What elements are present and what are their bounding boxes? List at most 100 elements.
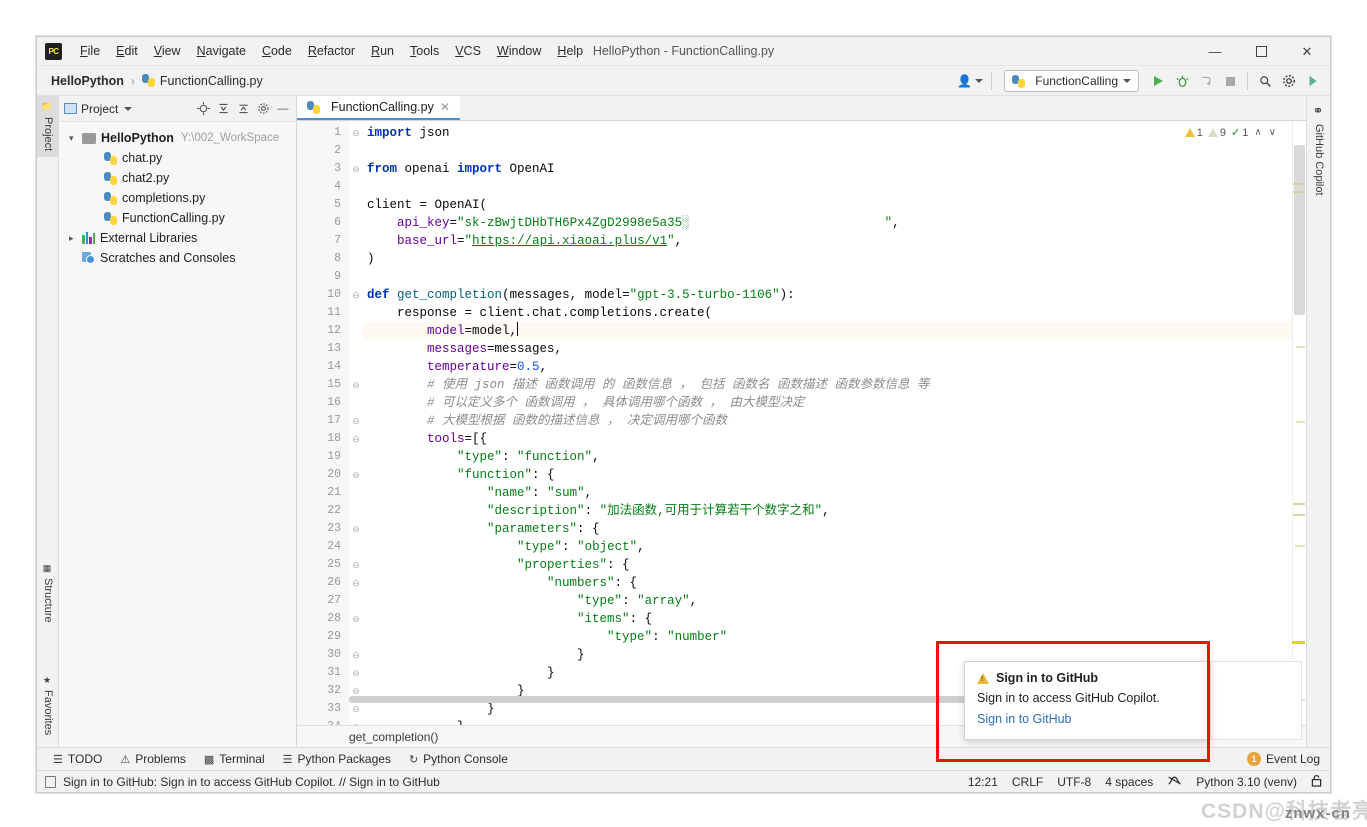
collapse-all-icon[interactable] [235, 101, 251, 117]
code-line[interactable]: "name": "sum", [363, 484, 1306, 502]
event-log-button[interactable]: 1 Event Log [1246, 752, 1320, 766]
code-line[interactable]: # 使用 json 描述 函数调用 的 函数信息 ， 包括 函数名 函数描述 函… [363, 376, 1306, 394]
editor-body[interactable]: 1 2 3 4 5 6 7 8 9 10 11 12 13 14 15 16 17 18 19 20 21 22 23 24 2… [297, 121, 1306, 725]
editor-marker-scrollbar[interactable] [1292, 121, 1306, 725]
code-line[interactable]: from openai import OpenAI [363, 160, 1306, 178]
tab-functioncalling[interactable]: FunctionCalling.py ✕ [297, 96, 460, 120]
code-line[interactable]: "numbers": { [363, 574, 1306, 592]
menu-item-run[interactable]: Run [363, 41, 402, 61]
fold-marker[interactable]: ⊖ [349, 466, 363, 484]
menu-item-navigate[interactable]: Navigate [189, 41, 254, 61]
fold-marker[interactable]: ⊖ [349, 124, 363, 142]
expand-all-icon[interactable] [215, 101, 231, 117]
code-line[interactable]: "type": "function", [363, 448, 1306, 466]
vcs-icon[interactable] [1167, 774, 1182, 790]
code-line[interactable] [363, 178, 1306, 196]
line-separator[interactable]: CRLF [1012, 775, 1043, 789]
fold-gutter[interactable]: ⊖⊖⊖⊖⊖⊖⊖⊖⊖⊖⊖⊖⊖⊖⊖⊖ [349, 121, 363, 725]
menu-item-code[interactable]: Code [254, 41, 300, 61]
python-interpreter[interactable]: Python 3.10 (venv) [1196, 775, 1297, 789]
signin-to-github-link[interactable]: Sign in to GitHub [977, 712, 1197, 726]
code-line[interactable]: api_key="sk-zBwjtDHbTH6Px4ZgD2998e5a35░ … [363, 214, 1306, 232]
code-line[interactable]: # 可以定义多个 函数调用 ， 具体调用哪个函数 ， 由大模型决定 [363, 394, 1306, 412]
sidebar-item-github-copilot[interactable]: ⚭ GitHub Copilot [1307, 100, 1331, 200]
code-line[interactable]: "function": { [363, 466, 1306, 484]
code-line[interactable]: tools=[{ [363, 430, 1306, 448]
stop-button[interactable] [1219, 70, 1241, 92]
hscroll-thumb[interactable] [349, 696, 969, 703]
tree-item[interactable]: Scratches and Consoles [59, 248, 296, 268]
code-line[interactable]: temperature=0.5, [363, 358, 1306, 376]
menu-item-vcs[interactable]: VCS [447, 41, 489, 61]
sidebar-item-favorites[interactable]: ★ Favorites [37, 670, 59, 741]
bottom-tool-python-packages[interactable]: ☰ Python Packages [275, 750, 399, 768]
tree-item[interactable]: chat2.py [59, 168, 296, 188]
code-line[interactable]: "parameters": { [363, 520, 1306, 538]
fold-marker[interactable]: ⊖ [349, 520, 363, 538]
code-line[interactable]: ) [363, 250, 1306, 268]
code-line[interactable]: "type": "object", [363, 538, 1306, 556]
prev-problem-icon[interactable]: ∧ [1253, 127, 1262, 138]
code-line[interactable] [363, 268, 1306, 286]
breadcrumb-project[interactable]: HelloPython [51, 74, 124, 88]
code-line[interactable]: messages=messages, [363, 340, 1306, 358]
warning-count[interactable]: 1 [1184, 127, 1203, 139]
project-dropdown-icon[interactable] [124, 106, 133, 111]
run-configuration-selector[interactable]: FunctionCalling [1004, 70, 1139, 92]
inspection-widget[interactable]: 1 9 ✓ 1 ∧ ∨ [1181, 125, 1280, 140]
menu-item-tools[interactable]: Tools [402, 41, 447, 61]
maximize-button[interactable] [1238, 37, 1284, 66]
next-problem-icon[interactable]: ∨ [1268, 127, 1277, 138]
run-button[interactable] [1147, 70, 1169, 92]
code-line[interactable]: model=model, [363, 322, 1306, 340]
bottom-tool-todo[interactable]: ☰ TODO [45, 750, 110, 768]
coverage-button[interactable] [1195, 70, 1217, 92]
fold-marker[interactable]: ⊖ [349, 430, 363, 448]
menu-item-help[interactable]: Help [549, 41, 591, 61]
code-line[interactable]: "items": { [363, 610, 1306, 628]
fold-marker[interactable]: ⊖ [349, 664, 363, 682]
inspection-ok-count[interactable]: ✓ 1 [1231, 126, 1248, 140]
editor-breadcrumb-label[interactable]: get_completion() [349, 730, 438, 744]
fold-marker[interactable]: ⊖ [349, 574, 363, 592]
indent-setting[interactable]: 4 spaces [1105, 775, 1153, 789]
code-line[interactable]: client = OpenAI( [363, 196, 1306, 214]
menu-item-file[interactable]: File [72, 41, 108, 61]
scrollbar-thumb[interactable] [1294, 145, 1305, 315]
caret-position[interactable]: 12:21 [968, 775, 998, 789]
code-line[interactable]: "type": "array", [363, 592, 1306, 610]
menu-item-edit[interactable]: Edit [108, 41, 146, 61]
sidebar-item-structure[interactable]: ▦ Structure [37, 558, 59, 629]
code-content[interactable]: import json from openai import OpenAI cl… [363, 121, 1306, 725]
code-line[interactable]: "properties": { [363, 556, 1306, 574]
tree-item[interactable]: ▸ External Libraries [59, 228, 296, 248]
bottom-tool-python-console[interactable]: ↻ Python Console [401, 750, 516, 768]
hide-panel-icon[interactable]: — [275, 101, 291, 117]
copilot-signin-popup[interactable]: Sign in to GitHub Sign in to access GitH… [964, 661, 1210, 740]
fold-marker[interactable]: ⊖ [349, 556, 363, 574]
tree-item[interactable]: chat.py [59, 148, 296, 168]
fold-marker[interactable]: ⊖ [349, 286, 363, 304]
weak-warning-count[interactable]: 9 [1207, 127, 1226, 139]
lock-icon[interactable] [1311, 774, 1322, 790]
menu-item-view[interactable]: View [146, 41, 189, 61]
fold-marker[interactable]: ⊖ [349, 412, 363, 430]
fold-marker[interactable]: ⊖ [349, 160, 363, 178]
gear-icon[interactable] [1278, 70, 1300, 92]
tree-item[interactable]: ▾ HelloPython Y:\002_WorkSpace [59, 128, 296, 148]
fold-marker[interactable]: ⊖ [349, 610, 363, 628]
code-line[interactable]: response = client.chat.completions.creat… [363, 304, 1306, 322]
tree-item[interactable]: completions.py [59, 188, 296, 208]
locate-icon[interactable] [195, 101, 211, 117]
gear-icon[interactable] [255, 101, 271, 117]
fold-marker[interactable]: ⊖ [349, 646, 363, 664]
close-icon[interactable]: ✕ [440, 100, 450, 114]
code-line[interactable]: # 大模型根据 函数的描述信息 ， 决定调用哪个函数 [363, 412, 1306, 430]
sidebar-item-project[interactable]: 📁 Project [37, 96, 59, 158]
menu-item-refactor[interactable]: Refactor [300, 41, 363, 61]
menu-item-window[interactable]: Window [489, 41, 549, 61]
code-line[interactable]: "description": "加法函数,可用于计算若干个数字之和", [363, 502, 1306, 520]
fold-marker[interactable]: ⊖ [349, 376, 363, 394]
account-icon[interactable]: 👤 [955, 70, 985, 92]
file-encoding[interactable]: UTF-8 [1057, 775, 1091, 789]
